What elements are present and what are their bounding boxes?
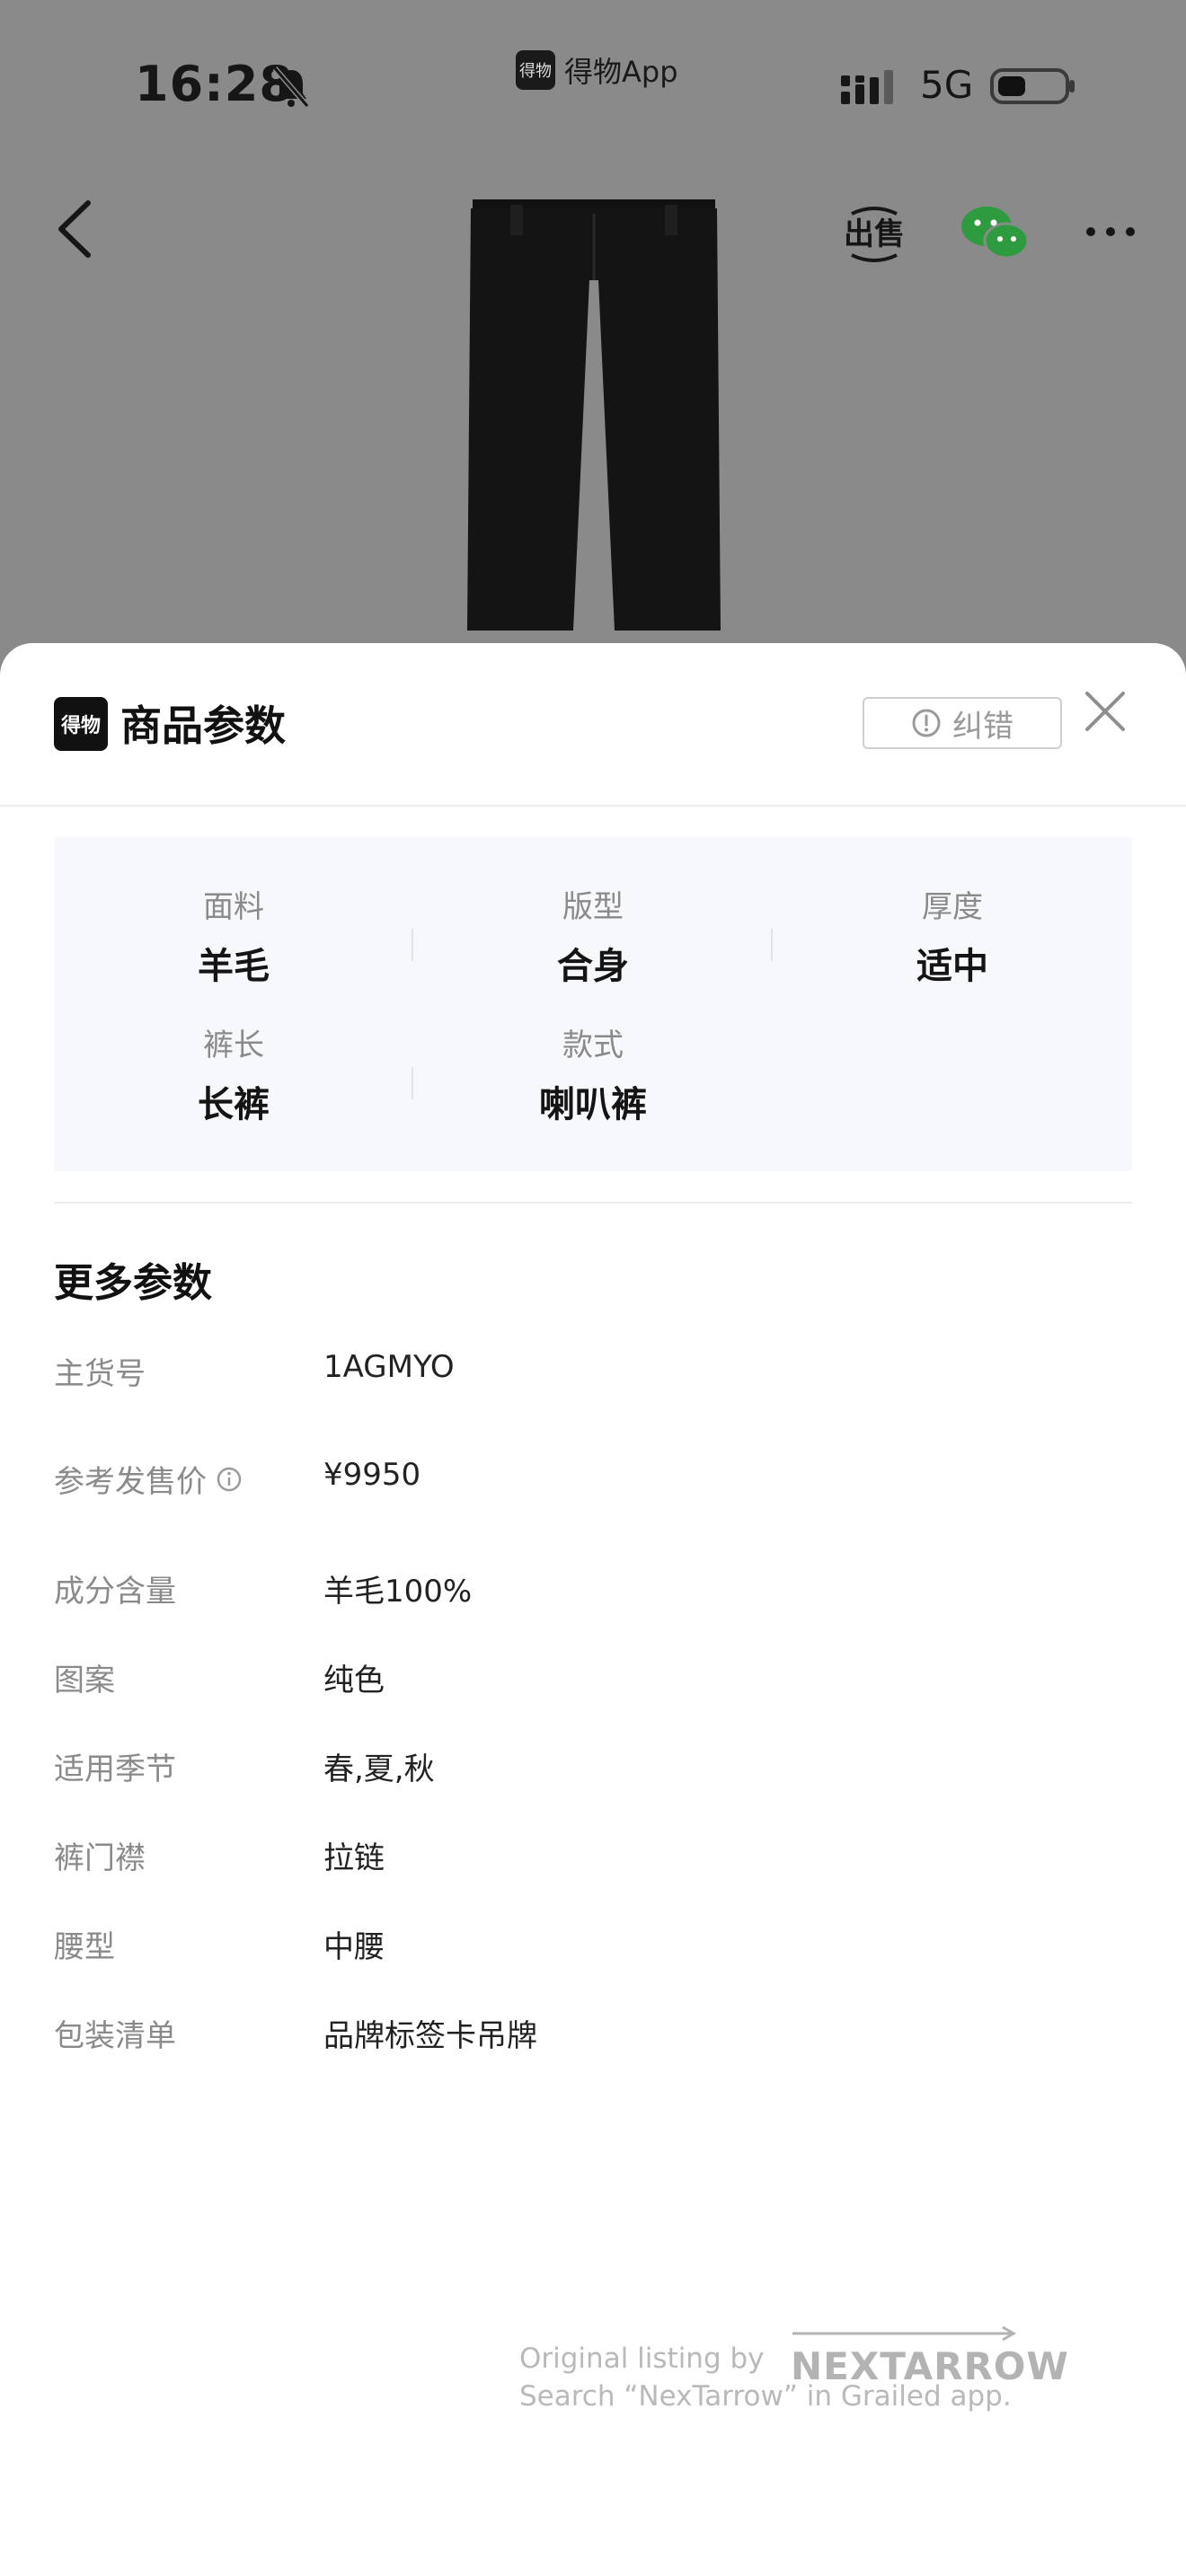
section-divider	[54, 1202, 1132, 1204]
wechat-share-icon[interactable]	[960, 203, 1030, 262]
row-key: 适用季节	[54, 1751, 176, 1787]
row-value: 品牌标签卡吊牌	[323, 2018, 537, 2054]
more-params-title: 更多参数	[54, 1260, 212, 1306]
arrow-icon	[792, 2326, 1016, 2342]
back-icon[interactable]	[54, 198, 99, 260]
param-style: 款式 喇叭裤	[413, 1020, 773, 1127]
param-value: 喇叭裤	[539, 1084, 647, 1125]
app-logo-icon: 得物	[516, 50, 555, 90]
param-value: 适中	[916, 946, 988, 987]
battery-icon	[990, 68, 1075, 104]
report-error-label: 纠错	[952, 708, 1013, 745]
param-thickness: 厚度 适中	[773, 882, 1132, 989]
param-label: 版型	[562, 889, 624, 925]
alert-circle-icon	[912, 709, 941, 737]
row-key: 主货号	[54, 1356, 146, 1392]
watermark-line1: Original listing by	[519, 2342, 765, 2375]
sheet-header: 得物 商品参数 纠错	[0, 643, 1186, 807]
param-value: 长裤	[198, 1084, 270, 1125]
more-icon[interactable]	[1084, 223, 1137, 241]
row-value: 羊毛100%	[323, 1574, 473, 1610]
param-value: 羊毛	[198, 946, 270, 987]
row-value: 中腰	[323, 1929, 385, 1965]
report-error-button[interactable]: 纠错	[863, 697, 1062, 749]
row-value: 拉链	[323, 1840, 385, 1876]
row-key: 参考发售价	[54, 1464, 207, 1500]
param-value: 合身	[557, 946, 629, 987]
watermark-line2: Search “NexTarrow” in Grailed app.	[519, 2380, 1012, 2413]
row-key: 裤门襟	[54, 1840, 146, 1876]
param-length: 裤长 长裤	[54, 1020, 413, 1127]
param-label: 面料	[203, 889, 264, 925]
product-image	[467, 199, 721, 631]
dewu-logo-icon: 得物	[54, 697, 108, 751]
param-fit: 版型 合身	[413, 882, 773, 989]
source-app-badge[interactable]: 得物 得物App	[516, 50, 678, 90]
param-fabric: 面料 羊毛	[54, 882, 413, 989]
sell-icon[interactable]: 出售	[845, 205, 904, 264]
row-key: 包装清单	[54, 2018, 176, 2054]
row-key: 成分含量	[54, 1574, 176, 1610]
network-type: 5G	[920, 63, 974, 107]
silent-bell-icon	[272, 66, 310, 108]
row-value: 春,夏,秋	[323, 1751, 435, 1787]
row-key: 图案	[54, 1663, 115, 1698]
svg-text:出售: 出售	[845, 216, 904, 252]
row-value: ¥9950	[323, 1457, 421, 1493]
row-key-with-info[interactable]: 参考发售价	[54, 1457, 243, 1501]
status-bar: 16:28 得物 得物App 5G	[0, 0, 1186, 162]
key-params-card: 面料 羊毛 版型 合身 厚度 适中 裤长 长裤 款式 喇叭裤	[54, 837, 1132, 1171]
info-icon[interactable]	[216, 1466, 243, 1493]
param-label: 款式	[562, 1028, 624, 1063]
sheet-title: 商品参数	[120, 701, 286, 750]
row-key: 腰型	[54, 1929, 115, 1965]
param-label: 厚度	[922, 889, 983, 925]
cellular-signal-icon	[841, 70, 893, 104]
source-app-name: 得物App	[564, 55, 678, 89]
status-time: 16:28	[135, 56, 294, 112]
close-icon[interactable]	[1078, 684, 1132, 738]
row-value: 纯色	[323, 1663, 385, 1698]
row-value: 1AGMYO	[323, 1349, 455, 1385]
product-page-background: 16:28 得物 得物App 5G 出售	[0, 0, 1186, 683]
param-label: 裤长	[203, 1028, 264, 1063]
watermark: Original listing by NEXTARROW Search “Ne…	[519, 2326, 1068, 2425]
